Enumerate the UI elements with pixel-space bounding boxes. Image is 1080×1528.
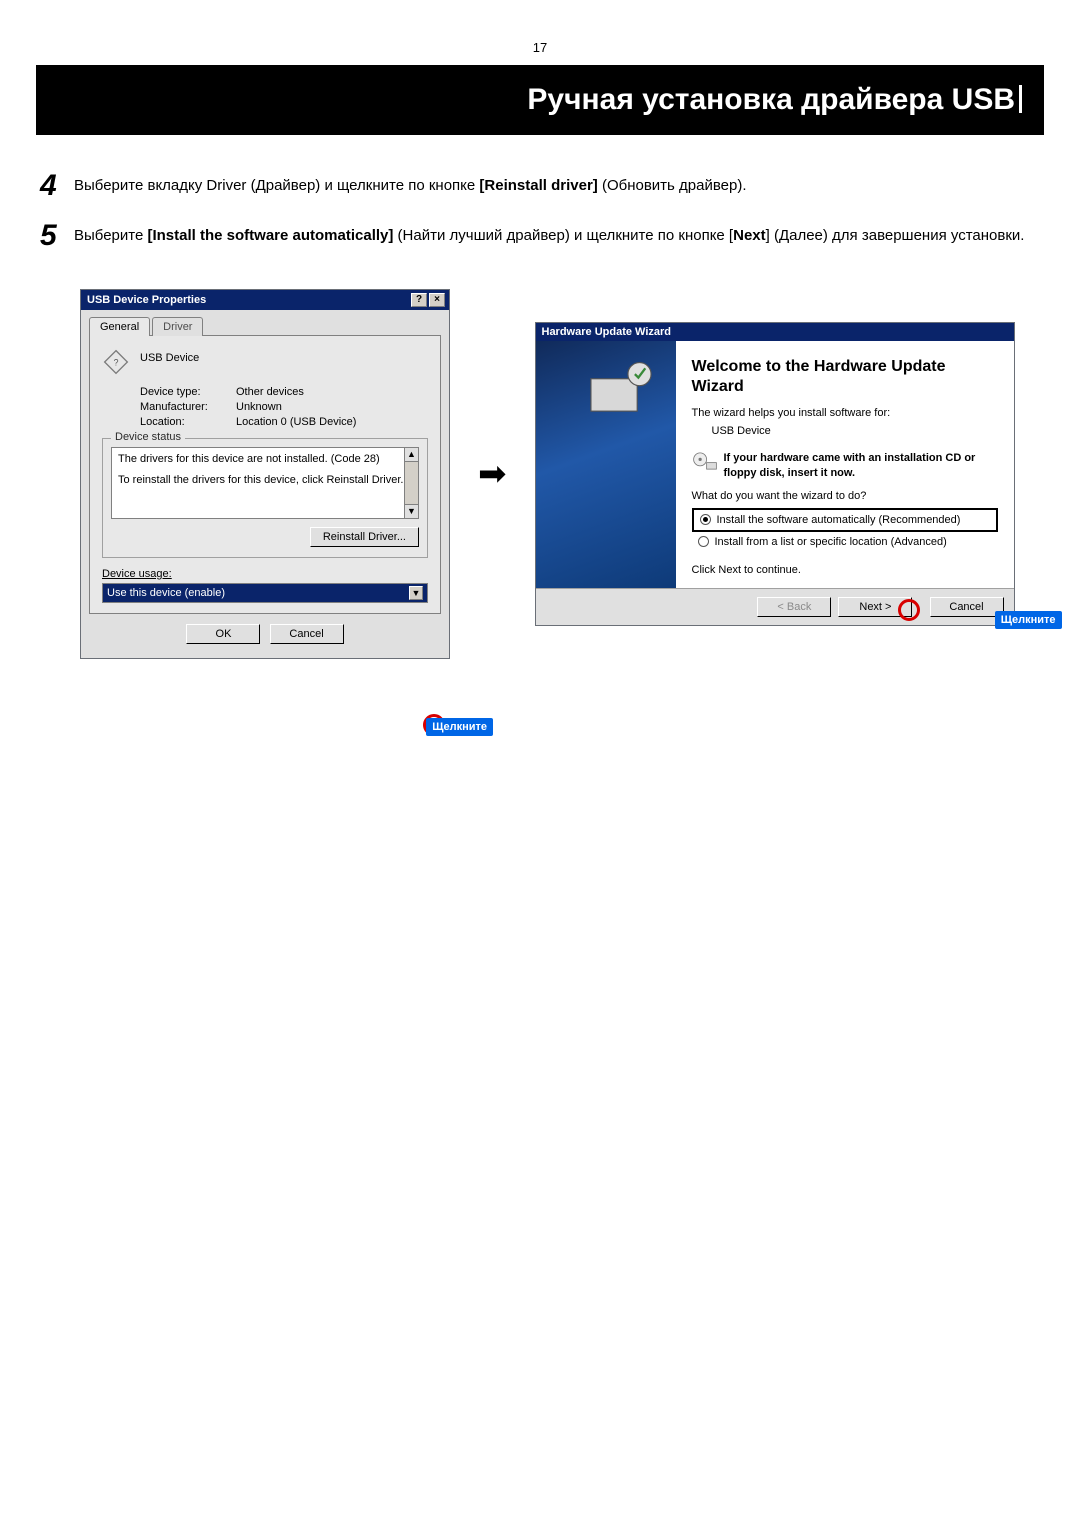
step-4-before: Выберите вкладку Driver (Драйвер) и щелк… [74, 177, 479, 194]
step-text: Выберите [Install the software automatic… [74, 221, 1040, 248]
chevron-down-icon[interactable]: ▼ [409, 586, 423, 600]
manufacturer-label: Manufacturer: [140, 401, 236, 413]
option-install-from-list[interactable]: Install from a list or specific location… [692, 534, 998, 550]
wizard-intro: The wizard helps you install software fo… [692, 407, 998, 419]
location-value: Location 0 (USB Device) [236, 416, 356, 428]
figures-row: USB Device Properties ? × General Driver… [36, 289, 1044, 659]
device-usage-value: Use this device (enable) [107, 587, 225, 599]
cancel-button[interactable]: Cancel [270, 624, 344, 644]
dialog-title: Hardware Update Wizard [542, 326, 672, 338]
wizard-footer: < Back Next > Cancel [536, 588, 1014, 625]
wizard-question: What do you want the wizard to do? [692, 490, 998, 502]
scroll-down-button[interactable]: ▼ [405, 504, 418, 518]
location-label: Location: [140, 416, 236, 428]
cancel-button[interactable]: Cancel [930, 597, 1004, 617]
status-line-1: The drivers for this device are not inst… [118, 452, 412, 467]
hardware-update-wizard-dialog: Hardware Update Wizard Welcome to the Ha… [535, 322, 1015, 626]
device-usage: Device usage: Use this device (enable) ▼ [102, 568, 428, 603]
titlebar-buttons: ? × [411, 293, 445, 307]
usb-device-properties-dialog: USB Device Properties ? × General Driver… [80, 289, 450, 659]
radio-unselected-icon [698, 536, 709, 547]
wizard-sidebar-image [536, 341, 676, 588]
step-text: Выберите вкладку Driver (Драйвер) и щелк… [74, 171, 1040, 198]
device-status-text: The drivers for this device are not inst… [111, 447, 419, 519]
dialog-body: General Driver ? USB Device Device type: [81, 310, 449, 658]
dialog-footer: OK Cancel [89, 614, 441, 648]
manufacturer-row: Manufacturer: Unknown [140, 401, 428, 413]
step-4-bold: [Reinstall driver] [479, 177, 597, 194]
wizard-graphic-icon [584, 351, 658, 425]
titlebar-close-button[interactable]: × [429, 293, 445, 307]
manufacturer-value: Unknown [236, 401, 282, 413]
reinstall-driver-button[interactable]: Reinstall Driver... [310, 527, 419, 547]
wizard-tip-text: If your hardware came with an installati… [724, 451, 998, 480]
wizard-device-name: USB Device [712, 425, 998, 437]
tabs: General Driver [89, 317, 441, 336]
option-list-label: Install from a list or specific location… [715, 536, 947, 548]
step-4-after: (Обновить драйвер). [598, 177, 747, 194]
step-5-after: ] (Далее) для завершения установки. [766, 227, 1025, 244]
step-5-bold2: Next [733, 227, 766, 244]
device-type-value: Other devices [236, 386, 304, 398]
wizard-main: Welcome to the Hardware Update Wizard Th… [676, 341, 1014, 588]
radio-selected-icon [700, 514, 711, 525]
tab-general[interactable]: General [89, 317, 150, 336]
scroll-up-button[interactable]: ▲ [405, 448, 418, 462]
tab-panel: ? USB Device Device type: Other devices … [89, 335, 441, 614]
step-number: 4 [40, 171, 74, 201]
usb-icon: ? [102, 348, 130, 376]
step-4: 4 Выберите вкладку Driver (Драйвер) и ще… [40, 171, 1040, 201]
click-callout: Щелкните [426, 718, 493, 736]
wizard-body: Welcome to the Hardware Update Wizard Th… [536, 341, 1014, 588]
location-row: Location: Location 0 (USB Device) [140, 416, 428, 428]
device-header: ? USB Device [102, 348, 428, 376]
title-cursor [1019, 85, 1022, 113]
device-type-label: Device type: [140, 386, 236, 398]
device-status-group: Device status The drivers for this devic… [102, 438, 428, 558]
instructions: 4 Выберите вкладку Driver (Драйвер) и ще… [36, 171, 1044, 251]
wizard-tip: If your hardware came with an installati… [692, 451, 998, 480]
status-scrollbar[interactable]: ▲ ▼ [404, 447, 419, 519]
svg-text:?: ? [114, 358, 119, 368]
titlebar-help-button[interactable]: ? [411, 293, 427, 307]
step-5-mid: (Найти лучший драйвер) и щелкните по кно… [393, 227, 733, 244]
page-number: 17 [36, 40, 1044, 55]
click-callout: Щелкните [995, 611, 1062, 629]
wizard-continue-text: Click Next to continue. [692, 564, 998, 576]
device-status-legend: Device status [111, 431, 185, 443]
wizard-heading: Welcome to the Hardware Update Wizard [692, 357, 998, 397]
section-title-text: Ручная установка драйвера USB [527, 83, 1015, 116]
option-auto-label: Install the software automatically (Reco… [717, 514, 961, 526]
back-button[interactable]: < Back [757, 597, 831, 617]
cd-tip-icon [692, 451, 718, 471]
dialog-title: USB Device Properties [87, 294, 206, 306]
dialog-titlebar: Hardware Update Wizard [536, 323, 1014, 341]
device-name: USB Device [140, 348, 199, 364]
arrow-right-icon: ➡ [478, 454, 507, 494]
status-line-2: To reinstall the drivers for this device… [118, 473, 412, 488]
device-type-row: Device type: Other devices [140, 386, 428, 398]
page: 17 Ручная установка драйвера USB 4 Выбер… [0, 0, 1080, 699]
step-5-before: Выберите [74, 227, 147, 244]
device-usage-label: Device usage: [102, 568, 172, 580]
step-5: 5 Выберите [Install the software automat… [40, 221, 1040, 251]
tab-driver[interactable]: Driver [152, 317, 203, 336]
dialog-titlebar: USB Device Properties ? × [81, 290, 449, 310]
status-text-wrap: The drivers for this device are not inst… [111, 447, 419, 519]
device-usage-select[interactable]: Use this device (enable) ▼ [102, 583, 428, 603]
step-number: 5 [40, 221, 74, 251]
option-install-automatically[interactable]: Install the software automatically (Reco… [692, 508, 998, 532]
ok-button[interactable]: OK [186, 624, 260, 644]
section-title: Ручная установка драйвера USB [36, 65, 1044, 135]
device-info: Device type: Other devices Manufacturer:… [140, 386, 428, 428]
reinstall-row: Reinstall Driver... [111, 527, 419, 547]
step-5-bold1: [Install the software automatically] [147, 227, 393, 244]
highlight-circle-icon [898, 599, 920, 621]
